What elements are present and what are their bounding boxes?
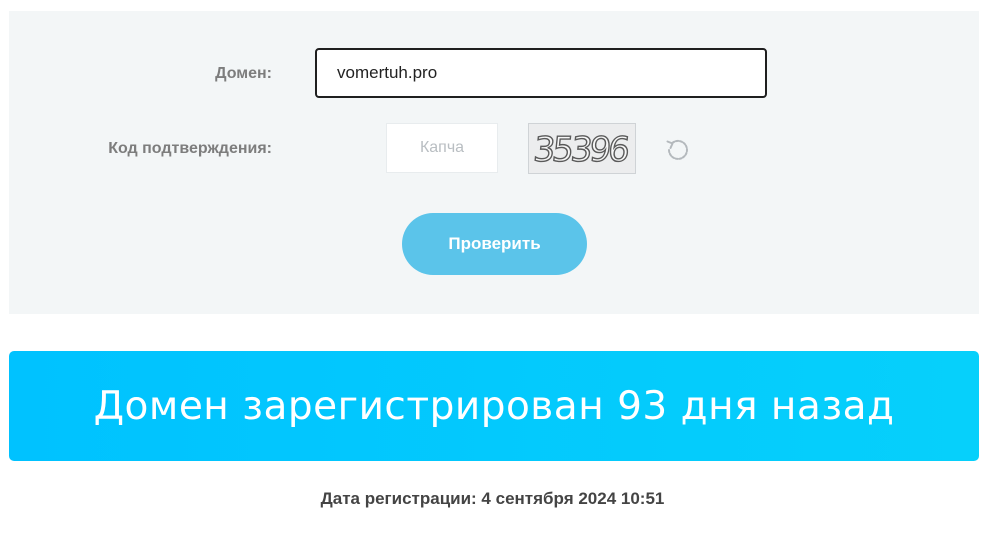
result-banner: Домен зарегистрирован 93 дня назад bbox=[9, 351, 979, 461]
captcha-input[interactable] bbox=[386, 123, 498, 173]
registration-date: Дата регистрации: 4 сентября 2024 10:51 bbox=[320, 489, 665, 508]
check-button[interactable]: Проверить bbox=[402, 213, 587, 275]
domain-check-form: Домен: Код подтверждения: 35396 Проверит… bbox=[9, 11, 979, 314]
confirmation-code-label: Код подтверждения: bbox=[108, 140, 272, 157]
result-message: Домен зарегистрирован 93 дня назад bbox=[93, 383, 895, 429]
captcha-text: 35396 bbox=[532, 130, 631, 170]
captcha-image: 35396 bbox=[528, 123, 636, 174]
refresh-icon[interactable] bbox=[663, 135, 693, 165]
domain-label: Домен: bbox=[215, 65, 272, 82]
domain-input[interactable] bbox=[315, 48, 767, 98]
